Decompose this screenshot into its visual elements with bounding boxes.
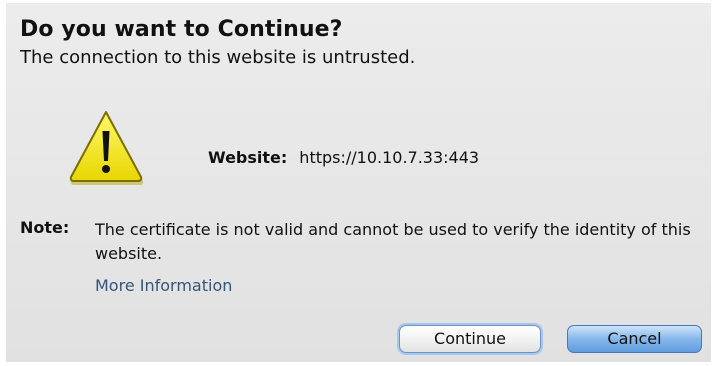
- cancel-button[interactable]: Cancel: [567, 325, 702, 353]
- certificate-warning-dialog: Do you want to Continue? The connection …: [6, 3, 711, 362]
- website-row: Website: https://10.10.7.33:443: [208, 148, 479, 167]
- more-information-link[interactable]: More Information: [95, 276, 232, 295]
- note-label: Note:: [20, 218, 70, 237]
- dialog-subtitle: The connection to this website is untrus…: [20, 47, 416, 68]
- warning-triangle-icon: [69, 111, 144, 185]
- note-text: The certificate is not valid and cannot …: [95, 220, 691, 263]
- dialog-title: Do you want to Continue?: [20, 17, 343, 42]
- website-url: https://10.10.7.33:443: [299, 148, 480, 167]
- continue-button[interactable]: Continue: [399, 325, 541, 353]
- website-label: Website:: [208, 148, 288, 167]
